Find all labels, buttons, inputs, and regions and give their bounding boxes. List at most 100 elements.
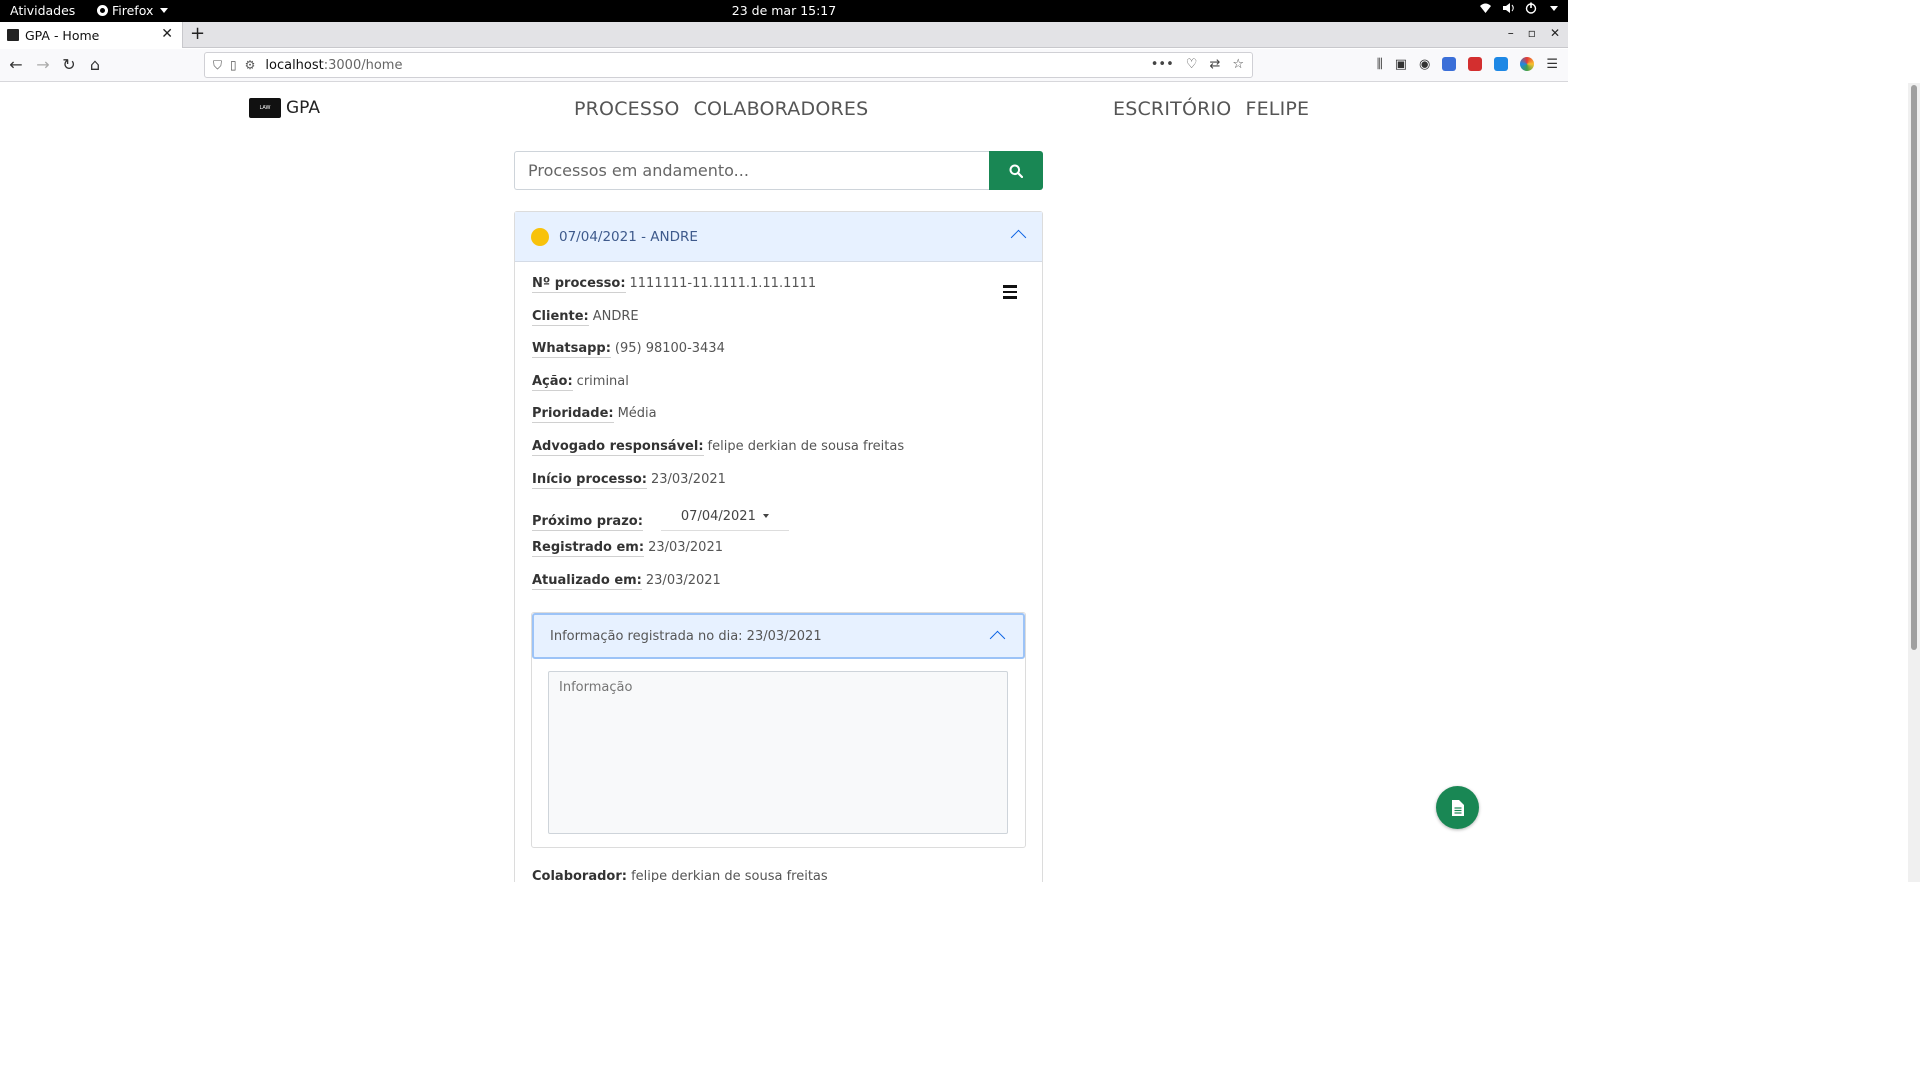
status-indicator <box>531 227 549 246</box>
new-document-button[interactable] <box>1436 786 1479 829</box>
close-tab-icon[interactable]: ✕ <box>161 26 173 42</box>
process-accordion-header[interactable]: 07/04/2021 - ANDRE <box>515 212 1042 262</box>
field-value: ANDRE <box>592 308 639 324</box>
field-cliente: Cliente: ANDRE <box>532 309 904 342</box>
field-value: felipe derkian de sousa freitas <box>707 438 905 454</box>
bookmark-star-icon[interactable]: ☆ <box>1232 57 1244 72</box>
tab-gpa-home[interactable]: GPA - Home ✕ <box>0 22 183 48</box>
user-nav: ESCRITÓRIO FELIPE <box>1113 98 1309 120</box>
info-accordion-header[interactable]: Informação registrada no dia: 23/03/2021 <box>532 613 1025 659</box>
field-label: Nº processo: <box>532 276 626 293</box>
toolbar-extensions: ⫼ ▣ ◉ ☰ <box>1377 57 1558 72</box>
field-label: Colaborador: <box>532 869 627 882</box>
chevron-up-icon <box>1010 229 1027 246</box>
deadline-dropdown[interactable]: 07/04/2021 <box>660 508 789 531</box>
translate-extension-icon[interactable] <box>1442 57 1457 71</box>
caret-down-icon <box>1550 5 1558 11</box>
field-label: Prioridade: <box>532 406 614 424</box>
nav-user[interactable]: FELIPE <box>1245 98 1309 120</box>
brand-name: GPA <box>286 98 320 118</box>
home-icon[interactable]: ⌂ <box>84 54 106 76</box>
translate-icon[interactable]: ⇄ <box>1209 57 1220 72</box>
reload-icon[interactable]: ↻ <box>58 54 80 76</box>
navigation-toolbar: ← → ↻ ⌂ ⛉ ▯ ⚙ localhost:3000/home ••• ♡ … <box>0 49 1568 82</box>
system-top-bar: Atividades Firefox 23 de mar 15:17 <box>0 0 1568 22</box>
favicon-icon <box>7 29 19 41</box>
new-tab-button[interactable]: + <box>190 23 205 44</box>
field-label: Whatsapp: <box>532 341 611 359</box>
field-value: criminal <box>576 373 629 389</box>
tab-strip: GPA - Home ✕ + – ▫ ✕ <box>0 22 1568 48</box>
maximize-icon[interactable]: ▫ <box>1528 26 1536 40</box>
search-bar <box>514 151 1043 190</box>
field-label: Próximo prazo: <box>532 514 643 532</box>
library-icon[interactable]: ⫼ <box>1377 57 1383 72</box>
field-label: Atualizado em: <box>532 572 642 590</box>
field-inicio-processo: Início processo: 23/03/2021 <box>532 472 904 505</box>
scrollbar-thumb[interactable] <box>1911 85 1917 650</box>
search-input[interactable] <box>514 151 989 190</box>
url-bar[interactable]: ⛉ ▯ ⚙ localhost:3000/home ••• ♡ ⇄ ☆ <box>204 52 1253 78</box>
brand[interactable]: LAW GPA <box>249 98 320 118</box>
pocket-icon[interactable]: ♡ <box>1186 57 1198 72</box>
deadline-value: 07/04/2021 <box>680 508 756 524</box>
law-logo-icon: LAW <box>249 98 281 118</box>
field-acao: Ação: criminal <box>532 374 904 407</box>
minimize-icon[interactable]: – <box>1508 26 1514 40</box>
tab-title: GPA - Home <box>25 27 100 43</box>
field-value: 23/03/2021 <box>648 540 723 556</box>
more-actions-icon[interactable]: ••• <box>1151 57 1174 72</box>
chevron-up-icon <box>989 630 1006 647</box>
field-value: (95) 98100-3434 <box>614 341 725 357</box>
field-label: Registrado em: <box>532 540 645 558</box>
page-icon[interactable]: ▯ <box>230 58 237 73</box>
field-value: 23/03/2021 <box>650 471 726 487</box>
field-prioridade: Prioridade: Média <box>532 406 904 439</box>
document-icon <box>1452 799 1464 816</box>
caret-down-icon <box>762 514 769 519</box>
permissions-icon[interactable]: ⚙ <box>245 58 256 73</box>
field-atualizado: Atualizado em: 23/03/2021 <box>532 573 904 606</box>
color-extension-icon[interactable] <box>1520 57 1535 71</box>
url-path: :3000/home <box>323 57 403 73</box>
forward-icon[interactable]: → <box>32 54 54 76</box>
menu-icon[interactable]: ☰ <box>1546 57 1558 72</box>
nav-escritorio[interactable]: ESCRITÓRIO <box>1113 98 1231 120</box>
close-window-icon[interactable]: ✕ <box>1550 26 1560 40</box>
process-header-title: 07/04/2021 - ANDRE <box>559 228 698 245</box>
extension-icon[interactable] <box>1494 57 1509 71</box>
field-label: Cliente: <box>532 308 589 326</box>
wifi-icon <box>1480 3 1491 13</box>
sidebar-icon[interactable]: ▣ <box>1395 57 1407 72</box>
account-icon[interactable]: ◉ <box>1419 57 1430 72</box>
system-tray[interactable] <box>1479 2 1558 14</box>
field-value: 1111111-11.1111.1.11.1111 <box>629 276 817 291</box>
window-controls: – ▫ ✕ <box>1508 26 1560 40</box>
field-label: Ação: <box>532 373 573 391</box>
process-fields: Nº processo: 1111111-11.1111.1.11.1111 C… <box>532 276 904 605</box>
search-icon <box>1009 164 1023 178</box>
info-accordion: Informação registrada no dia: 23/03/2021 <box>531 612 1026 848</box>
field-whatsapp: Whatsapp: (95) 98100-3434 <box>532 341 904 374</box>
nav-colaboradores[interactable]: COLABORADORES <box>694 98 869 120</box>
nav-processo[interactable]: PROCESSO <box>574 98 680 120</box>
back-icon[interactable]: ← <box>5 54 27 76</box>
field-value: Média <box>617 406 657 422</box>
page-content: LAW GPA PROCESSO COLABORADORES ESCRITÓRI… <box>0 83 1556 882</box>
info-textarea[interactable] <box>548 671 1008 834</box>
field-advogado: Advogado responsável: felipe derkian de … <box>532 439 904 472</box>
system-clock[interactable]: 23 de mar 15:17 <box>0 3 1568 18</box>
field-label: Advogado responsável: <box>532 438 704 456</box>
main-nav: PROCESSO COLABORADORES <box>574 98 868 120</box>
search-button[interactable] <box>989 151 1043 190</box>
hamburger-menu-icon[interactable] <box>1003 285 1017 302</box>
ublock-icon[interactable] <box>1468 57 1483 71</box>
page-scrollbar[interactable] <box>1908 83 1920 882</box>
field-value: felipe derkian de sousa freitas <box>631 869 828 882</box>
field-label: Início processo: <box>532 471 647 489</box>
field-colaborador: Colaborador: felipe derkian de sousa fre… <box>532 869 828 882</box>
shield-icon[interactable]: ⛉ <box>213 58 222 73</box>
field-proximo-prazo: Próximo prazo: 07/04/2021 <box>532 504 904 541</box>
power-icon <box>1525 2 1537 14</box>
field-registrado: Registrado em: 23/03/2021 <box>532 540 904 573</box>
